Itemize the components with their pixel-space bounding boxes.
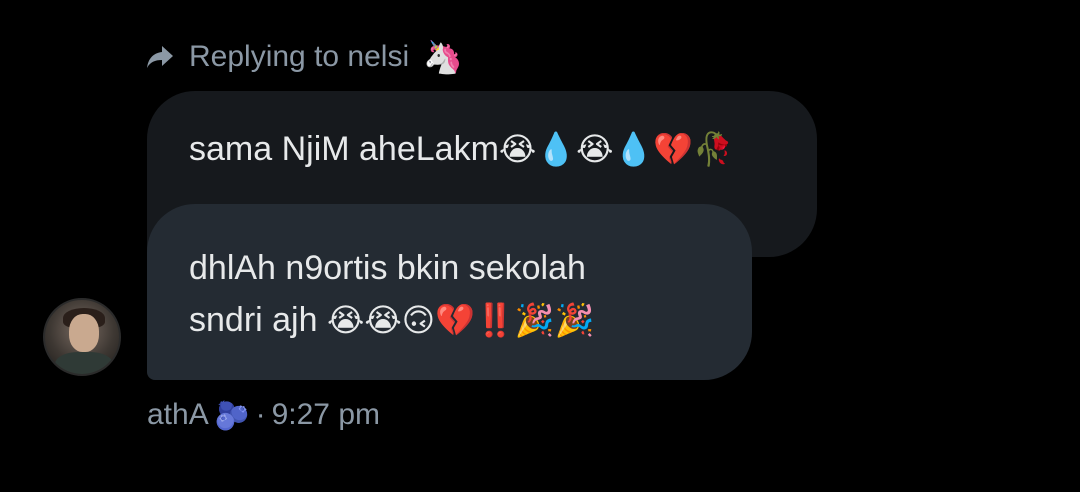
message-text-line-2: sndri ajh 😭😭🙃💔‼️🎉🎉 (189, 294, 712, 346)
quoted-message-text: sama NjiM aheLakm (189, 130, 499, 168)
quoted-message-emojis: 😭💧😭💧💔🥀 (498, 130, 734, 168)
sender-name[interactable]: athA (147, 398, 209, 432)
avatar-face (69, 314, 99, 352)
avatar[interactable] (43, 298, 121, 376)
message-text-line-2-text: sndri ajh (189, 301, 327, 339)
blueberry-emoji: 🫐 (214, 398, 250, 432)
message-text-line-1: dhlAh n9ortis bkin sekolah (189, 249, 586, 287)
reply-context[interactable]: Replying to nelsi 🦄 (145, 36, 463, 78)
message-bubble[interactable]: dhlAh n9ortis bkin sekolah sndri ajh 😭😭🙃… (147, 204, 752, 380)
message-emojis: 😭😭🙃💔‼️🎉🎉 (326, 301, 595, 339)
message-timestamp: 9:27 pm (271, 398, 380, 431)
reply-label: Replying to nelsi (189, 40, 410, 73)
message-meta: athA 🫐 · 9:27 pm (147, 394, 380, 436)
unicorn-emoji: 🦄 (423, 38, 463, 76)
meta-separator: · (255, 398, 266, 431)
avatar-body (55, 352, 113, 374)
reply-arrow-icon (147, 46, 173, 68)
